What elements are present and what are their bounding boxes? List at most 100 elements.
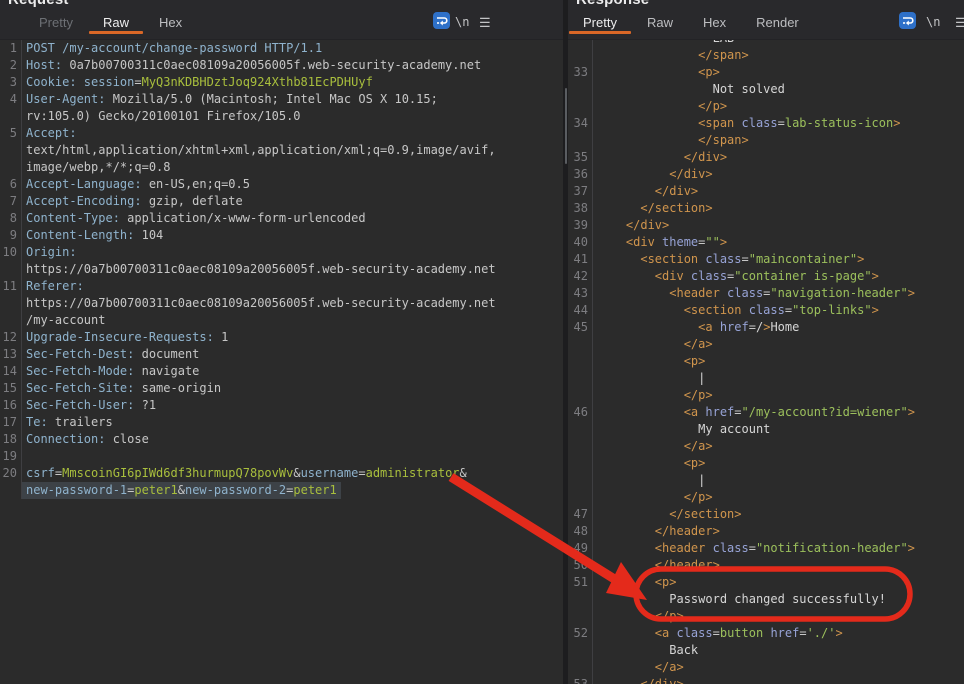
code-text: </a> xyxy=(593,659,688,676)
line-number: 10 xyxy=(0,244,22,261)
line-number xyxy=(568,370,593,387)
code-text xyxy=(22,448,30,465)
code-line: https://0a7b00700311c0aec08109a20056005f… xyxy=(0,295,563,312)
code-line: 7Accept-Encoding: gzip, deflate xyxy=(0,193,563,210)
code-line: | xyxy=(568,370,964,387)
request-editor[interactable]: 1POST /my-account/change-password HTTP/1… xyxy=(0,40,563,684)
line-number xyxy=(568,47,593,64)
request-toolbar-icons: \n ☰ xyxy=(0,0,563,40)
code-line: </span> xyxy=(568,132,964,149)
line-number: 2 xyxy=(0,57,22,74)
line-number: 33 xyxy=(568,64,593,81)
request-code: 1POST /my-account/change-password HTTP/1… xyxy=(0,40,563,499)
code-text: My account xyxy=(593,421,774,438)
code-line: 49 <header class="notification-header"> xyxy=(568,540,964,557)
code-text: LAB xyxy=(593,40,738,47)
code-text: | xyxy=(593,370,709,387)
code-text: </p> xyxy=(593,387,717,404)
code-text: </div> xyxy=(593,217,673,234)
code-line: 18Connection: close xyxy=(0,431,563,448)
line-number xyxy=(568,489,593,506)
line-number xyxy=(0,159,22,176)
code-text: <header class="navigation-header"> xyxy=(593,285,919,302)
code-line: Not solved xyxy=(568,81,964,98)
code-line: | xyxy=(568,472,964,489)
code-text: </header> xyxy=(593,557,724,574)
code-line: 34 <span class=lab-status-icon> xyxy=(568,115,964,132)
code-text: Content-Length: 104 xyxy=(22,227,167,244)
code-line: text/html,application/xhtml+xml,applicat… xyxy=(0,142,563,159)
line-number xyxy=(568,81,593,98)
code-text: User-Agent: Mozilla/5.0 (Macintosh; Inte… xyxy=(22,91,442,108)
code-line: 44 <section class="top-links"> xyxy=(568,302,964,319)
code-line: 15Sec-Fetch-Site: same-origin xyxy=(0,380,563,397)
code-text: text/html,application/xhtml+xml,applicat… xyxy=(22,142,500,159)
line-number: 4 xyxy=(0,91,22,108)
line-number: 50 xyxy=(568,557,593,574)
code-line: 51 <p> xyxy=(568,574,964,591)
line-number: 53 xyxy=(568,676,593,684)
newline-toggle-icon[interactable]: \n xyxy=(455,15,469,29)
menu-icon[interactable]: ☰ xyxy=(955,15,964,31)
code-line: </p> xyxy=(568,387,964,404)
code-line: 38 </section> xyxy=(568,200,964,217)
newline-toggle-icon[interactable]: \n xyxy=(926,15,940,29)
line-number: 43 xyxy=(568,285,593,302)
code-text: /my-account xyxy=(22,312,109,329)
code-line: 3Cookie: session=MyQ3nKDBHDztJoq924Xthb8… xyxy=(0,74,563,91)
line-number xyxy=(568,608,593,625)
code-text: Sec-Fetch-User: ?1 xyxy=(22,397,160,414)
code-text: Sec-Fetch-Mode: navigate xyxy=(22,363,203,380)
response-editor[interactable]: LAB </span> 33 <p> Not solved </p> 34 <spa… xyxy=(568,40,964,684)
code-text: POST /my-account/change-password HTTP/1.… xyxy=(22,40,326,57)
code-line: 6Accept-Language: en-US,en;q=0.5 xyxy=(0,176,563,193)
line-number xyxy=(568,591,593,608)
code-line: <p> xyxy=(568,353,964,370)
word-wrap-icon[interactable] xyxy=(899,12,916,29)
code-text: </header> xyxy=(593,523,724,540)
line-number: 45 xyxy=(568,319,593,336)
code-line: 35 </div> xyxy=(568,149,964,166)
line-number: 19 xyxy=(0,448,22,465)
code-text: Origin: xyxy=(22,244,81,261)
code-line: 48 </header> xyxy=(568,523,964,540)
code-line: </a> xyxy=(568,336,964,353)
line-number: 9 xyxy=(0,227,22,244)
code-text: Upgrade-Insecure-Requests: 1 xyxy=(22,329,232,346)
code-text: Back xyxy=(593,642,702,659)
code-text: | xyxy=(593,472,709,489)
code-text: <section class="top-links"> xyxy=(593,302,883,319)
code-line: 43 <header class="navigation-header"> xyxy=(568,285,964,302)
line-number xyxy=(568,353,593,370)
scrollbar-thumb[interactable] xyxy=(565,88,567,164)
code-text: Connection: close xyxy=(22,431,153,448)
line-number: 20 xyxy=(0,465,22,482)
code-line: 4User-Agent: Mozilla/5.0 (Macintosh; Int… xyxy=(0,91,563,108)
line-number xyxy=(568,132,593,149)
code-text: Sec-Fetch-Dest: document xyxy=(22,346,203,363)
code-text: <div theme=""> xyxy=(593,234,731,251)
code-text: </div> xyxy=(593,183,702,200)
code-line: 41 <section class="maincontainer"> xyxy=(568,251,964,268)
menu-icon[interactable]: ☰ xyxy=(479,15,491,31)
code-text: Referer: xyxy=(22,278,88,295)
line-number xyxy=(568,336,593,353)
code-line: 19 xyxy=(0,448,563,465)
request-panel-header: Request Pretty Raw Hex \n ☰ xyxy=(0,0,563,40)
code-text: new-password-1=peter1&new-password-2=pet… xyxy=(22,482,341,499)
code-text: Not solved xyxy=(593,81,789,98)
code-line: 50 </header> xyxy=(568,557,964,574)
code-text: Password changed successfully! xyxy=(593,591,890,608)
code-text: Host: 0a7b00700311c0aec08109a20056005f.w… xyxy=(22,57,485,74)
code-text: Accept: xyxy=(22,125,81,142)
code-line: new-password-1=peter1&new-password-2=pet… xyxy=(0,482,563,499)
code-text: </a> xyxy=(593,438,717,455)
code-text: <a href="/my-account?id=wiener"> xyxy=(593,404,919,421)
line-number: 41 xyxy=(568,251,593,268)
code-line: 14Sec-Fetch-Mode: navigate xyxy=(0,363,563,380)
code-text: <div class="container is-page"> xyxy=(593,268,883,285)
response-panel-header: Response Pretty Raw Hex Render \n ☰ xyxy=(568,0,964,40)
line-number xyxy=(568,421,593,438)
line-number xyxy=(0,261,22,278)
word-wrap-icon[interactable] xyxy=(433,12,450,29)
